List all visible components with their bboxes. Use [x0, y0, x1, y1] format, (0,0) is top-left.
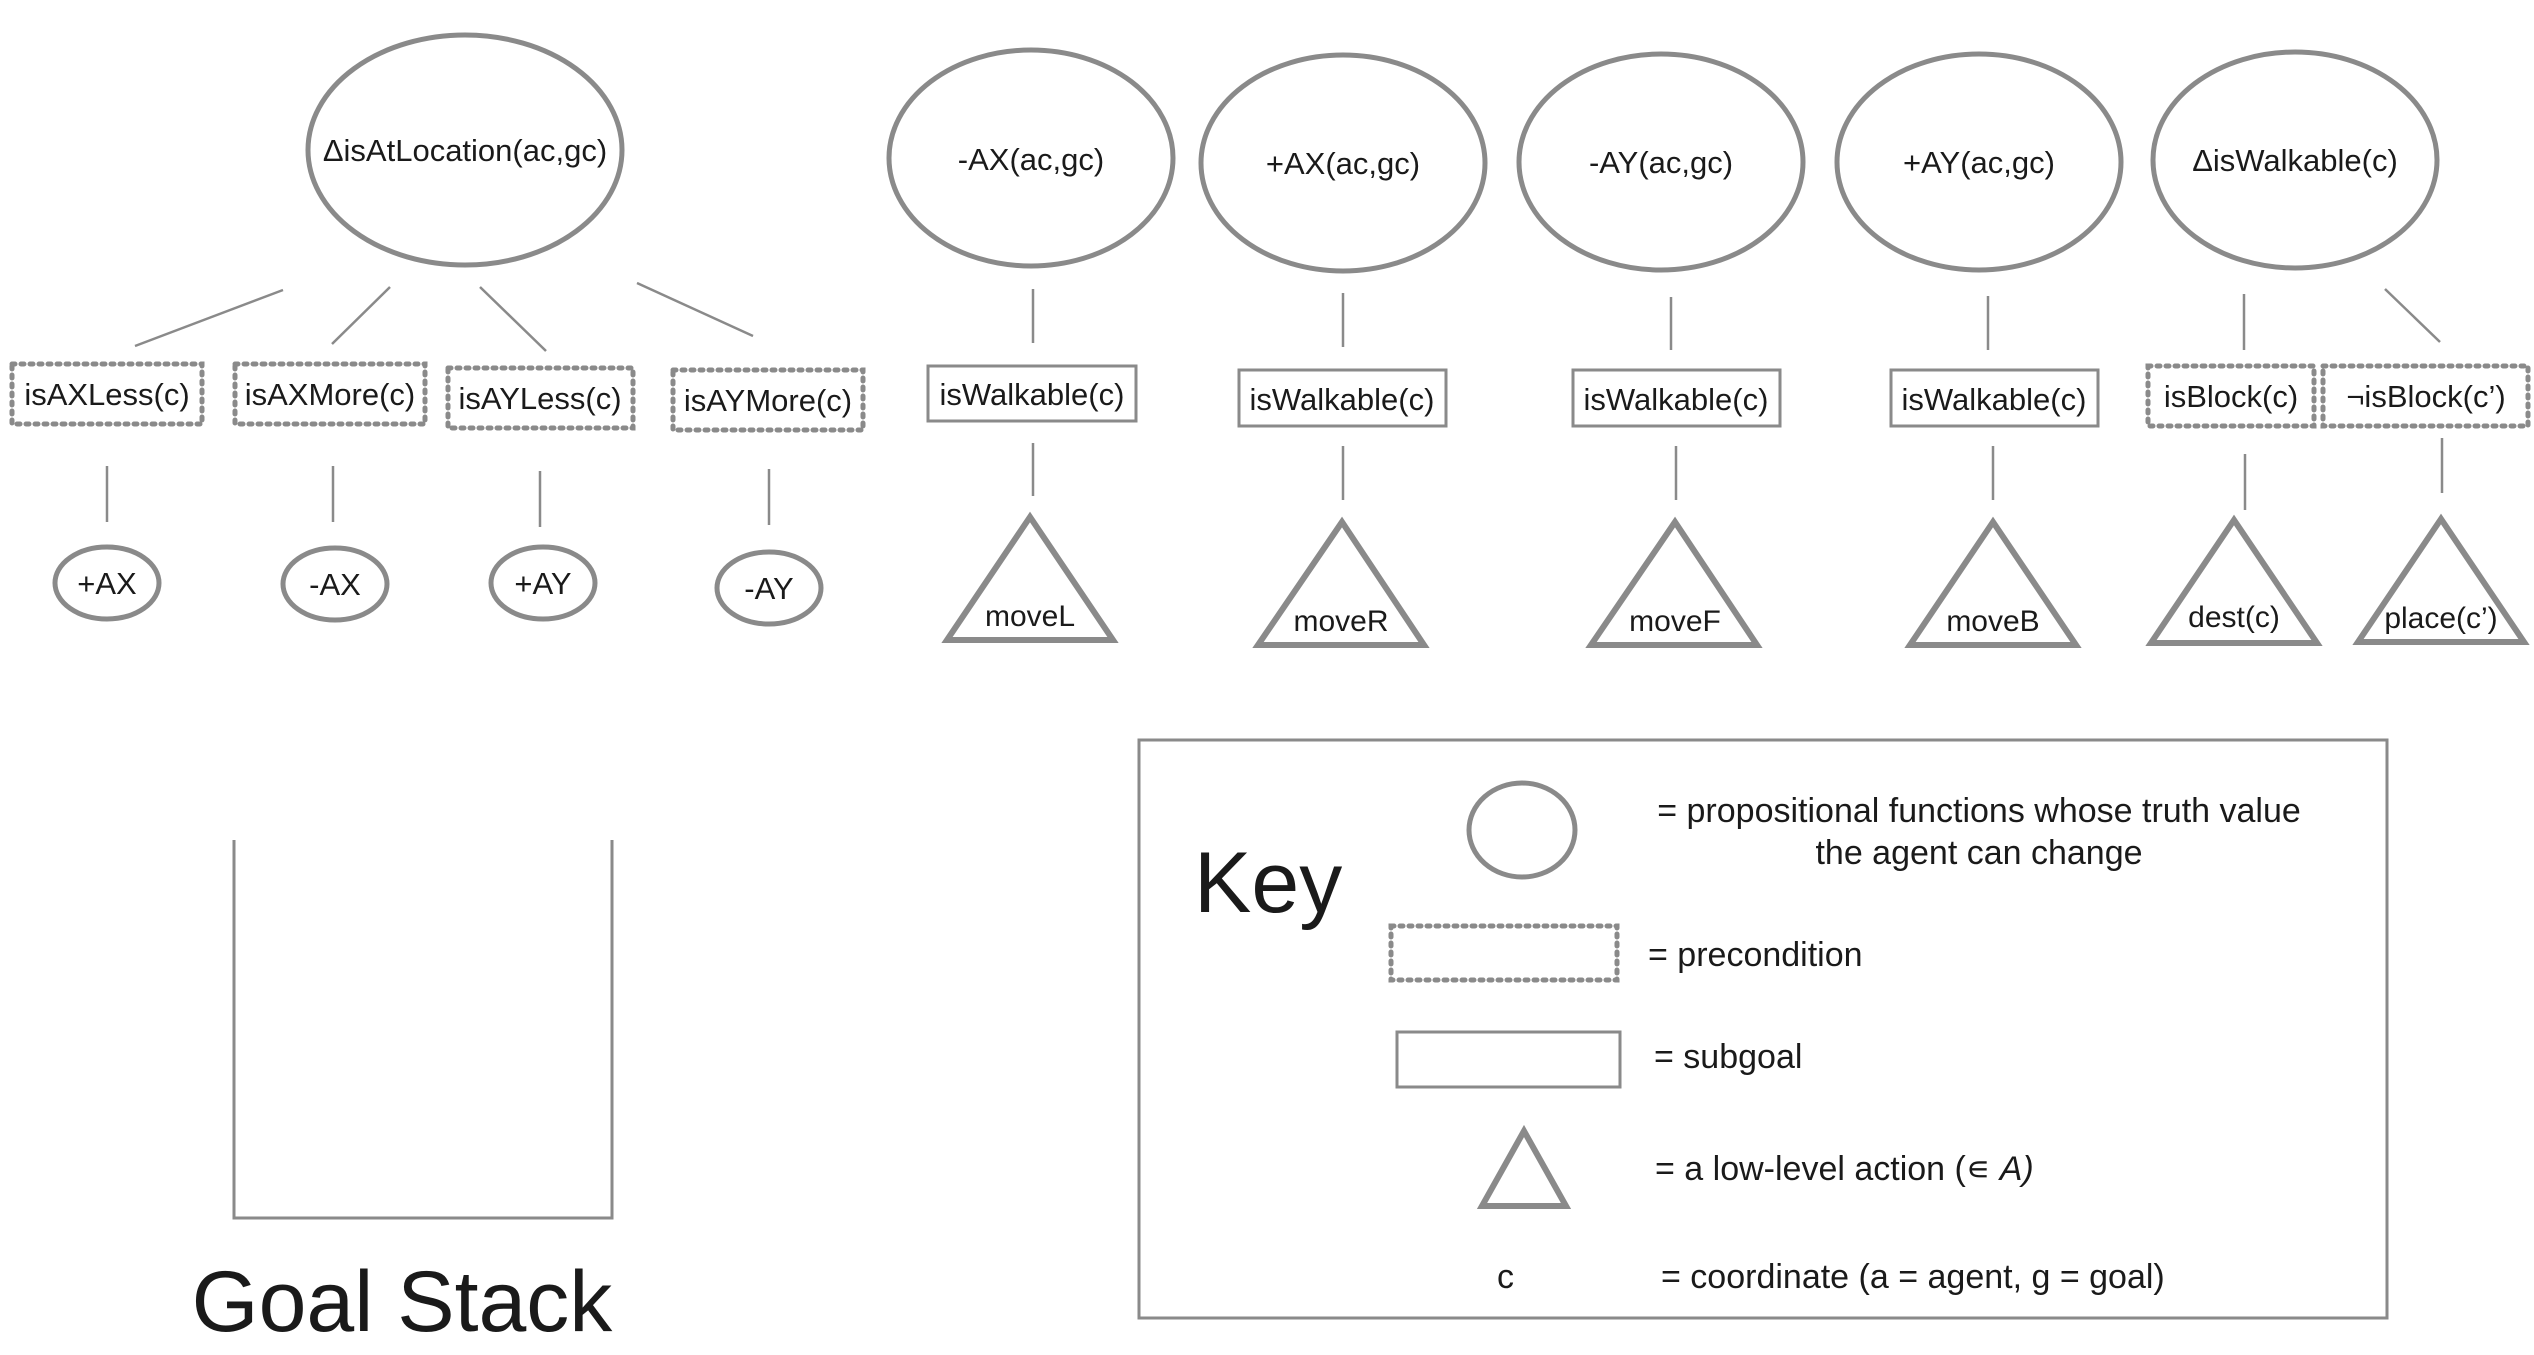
precondition-node: isAYMore(c) — [670, 367, 866, 433]
action-label: place(c’) — [2384, 602, 2497, 635]
tree-is-at-location: ΔisAtLocation(ac,gc) isAXLess(c) isAXMor… — [9, 32, 866, 627]
tree-is-walkable: ΔisWalkable(c) isBlock(c) ¬isBlock(c’) d… — [2145, 49, 2531, 646]
action-label: moveF — [1629, 605, 1721, 638]
root-node-plus-ay: +AY(ac,gc) — [1834, 51, 2124, 273]
precondition-label: isAXMore(c) — [245, 377, 416, 412]
legend-coordinate-symbol: c — [1497, 1258, 1514, 1296]
tree-minus-ay: -AY(ac,gc) isWalkable(c) moveF — [1516, 51, 1806, 648]
action-node: dest(c) — [2145, 514, 2323, 646]
precondition-node: isAXLess(c) — [9, 361, 205, 427]
action-label: moveL — [985, 600, 1075, 633]
legend-coordinate-label: = coordinate (a = agent, g = goal) — [1661, 1258, 2165, 1296]
action-node: moveL — [941, 511, 1119, 643]
goal-stack-title: Goal Stack — [192, 1254, 614, 1350]
diagram-canvas: ΔisAtLocation(ac,gc) isAXLess(c) isAXMor… — [0, 0, 2534, 1350]
precondition-node: ¬isBlock(c’) — [2320, 363, 2531, 429]
action-node: moveB — [1904, 516, 2082, 648]
root-node-is-walkable: ΔisWalkable(c) — [2150, 49, 2440, 271]
root-node-is-at-location: ΔisAtLocation(ac,gc) — [305, 32, 625, 268]
precondition-label: isAXLess(c) — [24, 377, 189, 412]
tree-minus-ax: -AX(ac,gc) isWalkable(c) moveL — [886, 47, 1176, 643]
action-node: moveR — [1252, 516, 1430, 648]
subgoal-label: isWalkable(c) — [1902, 382, 2087, 417]
root-label: -AY(ac,gc) — [1589, 145, 1733, 180]
action-node: moveF — [1585, 516, 1763, 648]
precondition-node: isBlock(c) — [2145, 363, 2317, 429]
leaf-label: -AY — [744, 571, 793, 606]
legend-circle-label-line2: the agent can change — [1815, 834, 2142, 872]
precondition-node: isAXMore(c) — [232, 361, 428, 427]
root-label: -AX(ac,gc) — [958, 142, 1104, 177]
legend-circle-label-line1: = propositional functions whose truth va… — [1657, 792, 2301, 830]
root-node-plus-ax: +AX(ac,gc) — [1198, 52, 1488, 274]
subgoal-node: isWalkable(c) — [926, 364, 1138, 423]
subgoal-node: isWalkable(c) — [1571, 368, 1782, 428]
legend-action-label: = a low-level action (∊ A) — [1655, 1150, 2034, 1188]
action-node: place(c’) — [2352, 513, 2530, 645]
precondition-label: isAYLess(c) — [458, 381, 621, 416]
precondition-label: isAYMore(c) — [684, 383, 852, 418]
leaf-label: -AX — [309, 567, 361, 602]
legend-subgoal-icon — [1395, 1030, 1622, 1089]
goal-stack: Goal Stack — [192, 840, 614, 1350]
action-label: moveR — [1293, 605, 1388, 638]
leaf-node: -AX — [280, 545, 390, 623]
leaf-node: -AY — [714, 549, 824, 627]
legend-subgoal-label: = subgoal — [1654, 1038, 1802, 1076]
leaf-node: +AX — [52, 544, 162, 622]
leaf-node: +AY — [488, 544, 598, 622]
subgoal-label: isWalkable(c) — [940, 377, 1125, 412]
legend-title: Key — [1194, 835, 1342, 931]
subgoal-node: isWalkable(c) — [1889, 368, 2100, 428]
root-label: +AY(ac,gc) — [1903, 145, 2055, 180]
root-label: ΔisAtLocation(ac,gc) — [323, 133, 607, 168]
precondition-label: isBlock(c) — [2164, 379, 2298, 414]
root-label: +AX(ac,gc) — [1266, 146, 1420, 181]
tree-plus-ay: +AY(ac,gc) isWalkable(c) moveB — [1834, 51, 2124, 648]
legend-precondition-icon — [1388, 923, 1620, 983]
subgoal-node: isWalkable(c) — [1237, 368, 1448, 428]
diagram-svg: ΔisAtLocation(ac,gc) isAXLess(c) isAXMor… — [9, 32, 2531, 1350]
legend-precondition-label: = precondition — [1648, 936, 1863, 974]
root-node-minus-ay: -AY(ac,gc) — [1516, 51, 1806, 273]
precondition-node: isAYLess(c) — [445, 365, 636, 431]
subgoal-label: isWalkable(c) — [1584, 382, 1769, 417]
subgoal-label: isWalkable(c) — [1250, 382, 1435, 417]
legend-key: Key = propositional functions whose trut… — [1137, 738, 2389, 1320]
leaf-label: +AX — [77, 566, 137, 601]
tree-plus-ax: +AX(ac,gc) isWalkable(c) moveR — [1198, 52, 1488, 648]
precondition-label: ¬isBlock(c’) — [2346, 379, 2505, 414]
root-node-minus-ax: -AX(ac,gc) — [886, 47, 1176, 269]
action-label: moveB — [1946, 605, 2039, 638]
action-label: dest(c) — [2188, 601, 2280, 634]
legend-circle-icon — [1466, 780, 1578, 880]
goal-stack-container — [232, 840, 614, 1220]
leaf-label: +AY — [514, 566, 571, 601]
root-label: ΔisWalkable(c) — [2192, 143, 2398, 178]
